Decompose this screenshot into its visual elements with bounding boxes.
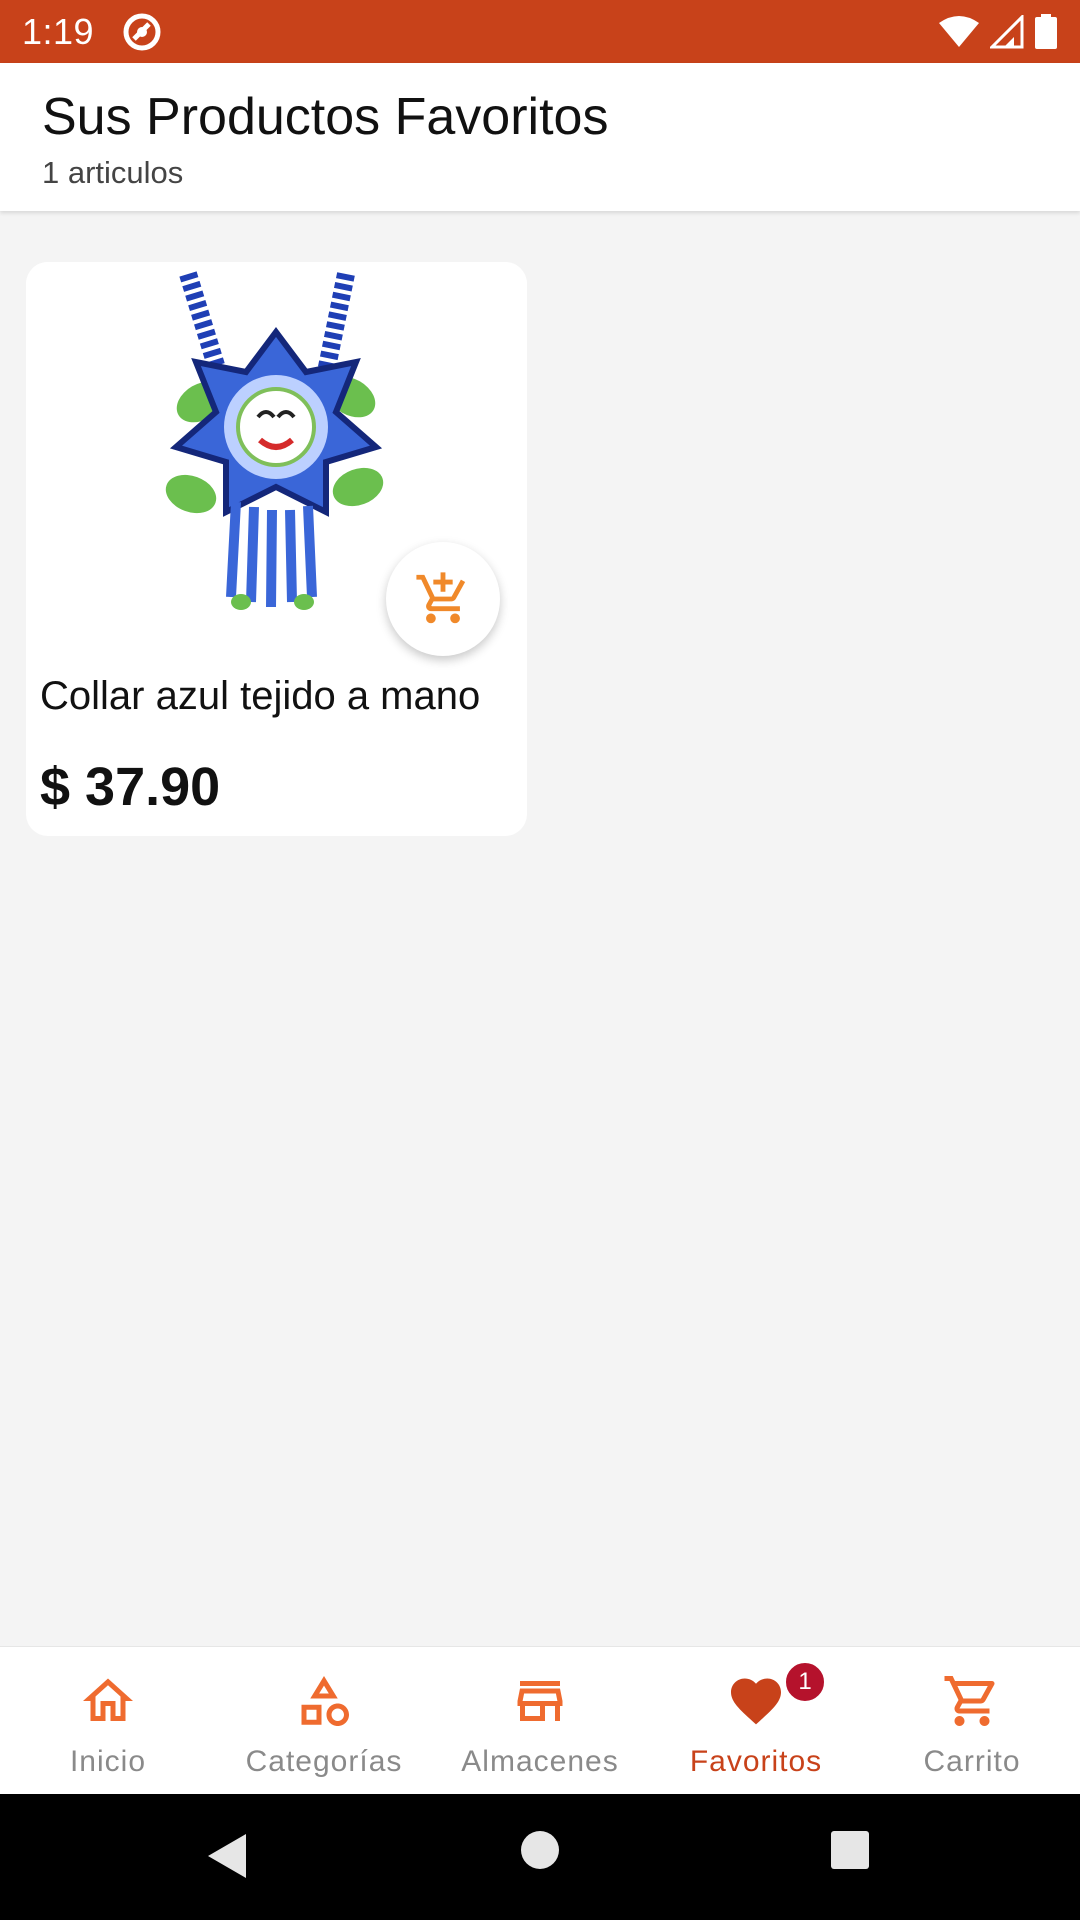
app-notification-icon [123, 13, 161, 50]
nav-label-inicio: Inicio [69, 1745, 147, 1778]
product-price: $ 37.90 [40, 757, 221, 817]
blue-beaded-necklace-image[interactable] [26, 262, 527, 667]
heart-icon [731, 1678, 781, 1725]
nav-label-favoritos: Favoritos [689, 1745, 823, 1778]
add-to-cart-icon [416, 572, 466, 624]
wifi-icon [939, 15, 979, 47]
status-time: 1:19 [22, 10, 95, 52]
favorites-count-badge: 1 [784, 1661, 826, 1703]
nav-item-inicio[interactable]: Inicio [0, 1647, 216, 1795]
add-to-cart-button[interactable] [386, 542, 500, 656]
product-card[interactable]: Collar azul tejido a mano $ 37.90 [26, 262, 527, 836]
bottom-navigation: Inicio Categorías Almacenes 1 Favoritos … [0, 1646, 1080, 1794]
heart-icon-wrapper: 1 [726, 1661, 826, 1731]
nav-item-categorias[interactable]: Categorías [216, 1647, 432, 1795]
page-header: Sus Productos Favoritos 1 articulos [0, 63, 1080, 211]
nav-item-favoritos[interactable]: 1 Favoritos [648, 1647, 864, 1795]
nav-label-categorias: Categorías [245, 1745, 403, 1778]
home-circle-icon[interactable] [520, 1830, 560, 1870]
store-icon [517, 1681, 563, 1721]
product-name[interactable]: Collar azul tejido a mano [40, 674, 480, 719]
signal-icon [990, 14, 1024, 48]
categories-icon [301, 1676, 349, 1726]
recents-icon[interactable] [830, 1830, 870, 1870]
nav-item-almacenes[interactable]: Almacenes [432, 1647, 648, 1795]
home-icon [83, 1678, 133, 1721]
status-bar: 1:19 [0, 0, 1080, 63]
nav-label-almacenes: Almacenes [461, 1745, 619, 1778]
system-navigation-bar [0, 1794, 1080, 1920]
cart-icon [944, 1676, 995, 1726]
back-icon[interactable] [204, 1830, 250, 1882]
nav-label-carrito: Carrito [923, 1745, 1021, 1778]
battery-icon [1035, 13, 1057, 49]
nav-item-carrito[interactable]: Carrito [864, 1647, 1080, 1795]
item-count: 1 articulos [42, 155, 184, 190]
page-title: Sus Productos Favoritos [42, 88, 609, 146]
